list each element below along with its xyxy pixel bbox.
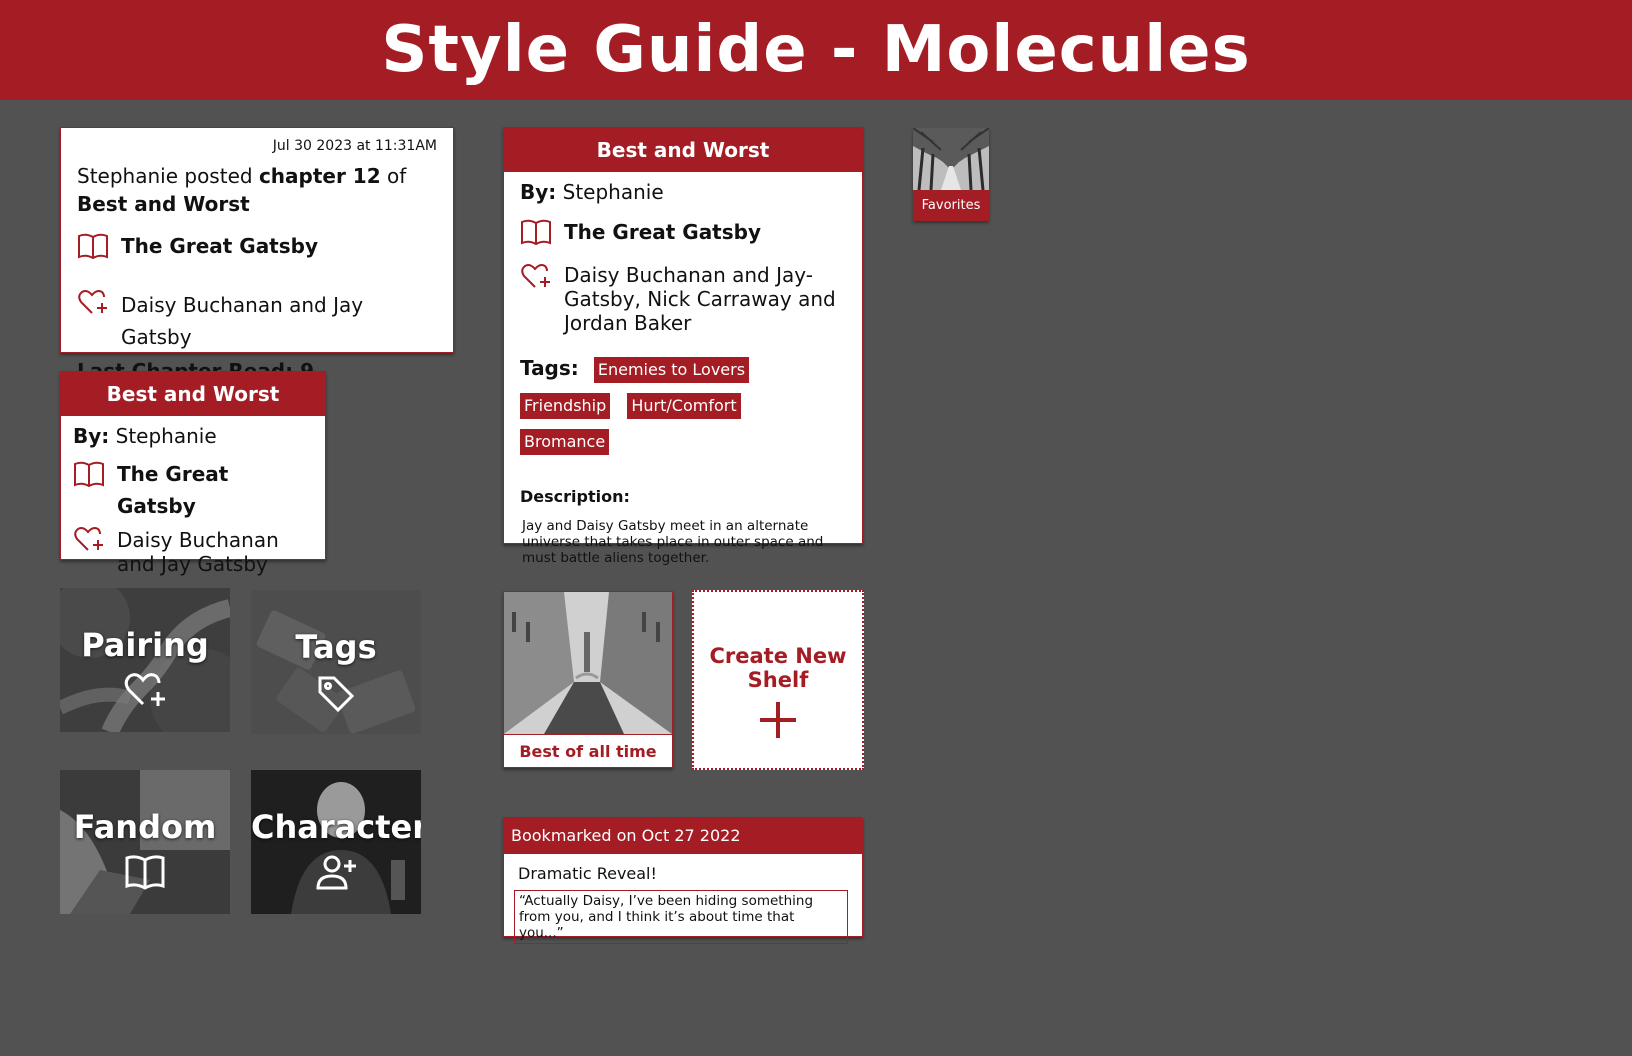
fandom-row: The Great Gatsby xyxy=(520,216,846,257)
plus-icon xyxy=(760,702,796,738)
update-timestamp: Jul 30 2023 at 11:31AM xyxy=(272,138,437,154)
fandom-link[interactable]: The Great Gatsby xyxy=(121,230,437,262)
small-story-card[interactable]: Best and Worst By: Stephanie The Great G… xyxy=(60,371,326,576)
tile-label: Tags xyxy=(295,628,377,666)
page-title: Style Guide - Molecules xyxy=(381,13,1251,87)
fandom-link[interactable]: The Great Gatsby xyxy=(564,216,846,248)
create-new-shelf-button[interactable]: Create New Shelf xyxy=(692,590,864,770)
pairing-category-tile[interactable]: Pairing xyxy=(60,588,230,732)
canal-street-image xyxy=(504,592,672,734)
tag-chip[interactable]: Bromance xyxy=(520,429,610,455)
bookmark-card[interactable]: Bookmarked on Oct 27 2022 Dramatic Revea… xyxy=(503,817,863,944)
author-line: By: Stephanie xyxy=(73,422,313,450)
tags-section: Tags: Enemies to Lovers Friendship Hurt/… xyxy=(520,355,846,465)
author-link[interactable]: Stephanie xyxy=(116,424,217,448)
tags-category-tile[interactable]: Tags xyxy=(251,590,421,734)
tag-chip[interactable]: Enemies to Lovers xyxy=(593,357,750,383)
favorites-shelf-thumbnail[interactable]: Favorites xyxy=(913,128,989,221)
pairing-link[interactable]: Daisy Buchanan and Jay-Gatsby, Nick Carr… xyxy=(564,261,846,335)
large-story-card[interactable]: Best and Worst By: Stephanie The Great G… xyxy=(503,127,863,566)
description-text: Jay and Daisy Gatsby meet in an alternat… xyxy=(522,518,824,566)
heart-plus-icon xyxy=(74,527,103,551)
bookmark-title[interactable]: Dramatic Reveal! xyxy=(504,854,862,886)
tile-label: Character xyxy=(251,808,421,846)
poster-name[interactable]: Stephanie xyxy=(77,164,178,188)
chapter-link[interactable]: chapter 12 xyxy=(259,164,381,188)
bookmark-quote: “Actually Daisy, I’ve been hiding someth… xyxy=(514,890,848,944)
story-title-link[interactable]: Best and Worst xyxy=(77,192,250,216)
tags-label: Tags: xyxy=(520,356,579,380)
author-link[interactable]: Stephanie xyxy=(563,180,664,204)
posted-text: posted xyxy=(184,164,253,188)
book-icon xyxy=(521,219,551,246)
update-card[interactable]: Jul 30 2023 at 11:31AM Stephanie posted … xyxy=(60,127,454,383)
book-icon xyxy=(125,855,165,890)
of-text: of xyxy=(387,164,407,188)
description-label: Description: xyxy=(520,487,630,506)
update-summary: Stephanie posted chapter 12 of Best and … xyxy=(77,162,437,218)
pairing-row: Daisy Buchanan and Jay Gatsby xyxy=(73,524,313,576)
story-card-title[interactable]: Best and Worst xyxy=(504,128,862,172)
book-icon xyxy=(74,461,104,488)
fandom-row: The Great Gatsby xyxy=(77,230,437,271)
create-shelf-label: Create New Shelf xyxy=(709,644,847,692)
by-label: By: xyxy=(520,180,557,204)
fandom-category-tile[interactable]: Fandom xyxy=(60,770,230,914)
favorites-label: Favorites xyxy=(921,198,981,213)
shelf-label: Best of all time xyxy=(504,734,672,768)
tag-chip[interactable]: Friendship xyxy=(520,393,611,419)
tag-chip[interactable]: Hurt/Comfort xyxy=(627,393,741,419)
fandom-link[interactable]: The Great Gatsby xyxy=(117,458,313,522)
page-header: Style Guide - Molecules xyxy=(0,0,1632,100)
tile-label: Pairing xyxy=(81,626,209,664)
book-icon xyxy=(78,233,108,260)
heart-plus-icon xyxy=(78,290,107,314)
tree-lined-path-image xyxy=(913,128,989,190)
pairing-link[interactable]: Daisy Buchanan and Jay Gatsby xyxy=(117,524,313,576)
tile-label: Fandom xyxy=(73,808,217,846)
character-category-tile[interactable]: Character xyxy=(251,770,421,914)
bookmark-header: Bookmarked on Oct 27 2022 xyxy=(504,818,862,854)
pairing-link[interactable]: Daisy Buchanan and Jay Gatsby xyxy=(121,287,437,353)
pairing-row: Daisy Buchanan and Jay-Gatsby, Nick Carr… xyxy=(520,261,846,335)
tag-icon xyxy=(318,676,355,713)
by-label: By: xyxy=(73,424,110,448)
fandom-row: The Great Gatsby xyxy=(73,458,313,522)
story-card-title[interactable]: Best and Worst xyxy=(61,372,325,416)
heart-plus-icon xyxy=(124,673,165,706)
shelf-card[interactable]: Best of all time xyxy=(503,591,673,768)
pairing-row: Daisy Buchanan and Jay Gatsby xyxy=(77,287,437,353)
add-person-icon xyxy=(316,855,356,890)
heart-plus-icon xyxy=(521,264,550,288)
author-line: By: Stephanie xyxy=(520,178,846,206)
